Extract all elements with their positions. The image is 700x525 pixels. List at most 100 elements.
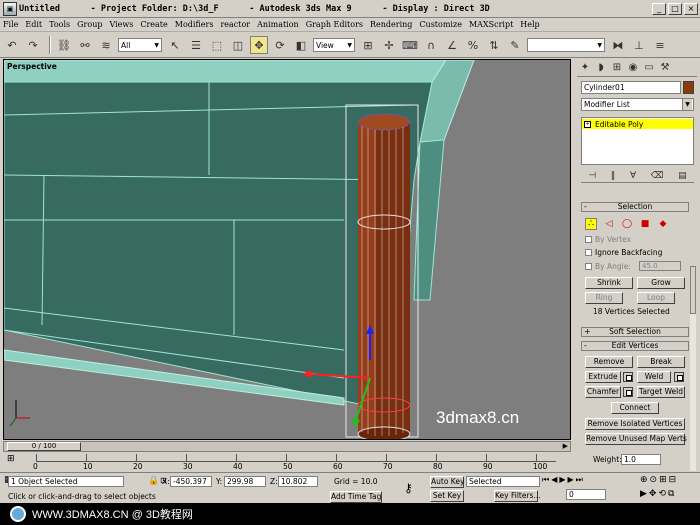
selection-rollout-header[interactable]: - Selection — [581, 202, 689, 212]
select-and-scale-icon[interactable]: ◧ — [292, 36, 310, 54]
remove-button[interactable]: Remove — [585, 356, 633, 368]
weld-settings-icon[interactable] — [674, 372, 684, 382]
chevron-right-icon[interactable]: ▶ — [563, 442, 568, 450]
viewport-navigation-controls[interactable]: ⊕⊙⊞⊟ — [640, 475, 678, 485]
auto-key-button[interactable]: Auto Key — [430, 476, 464, 488]
menu-modifiers[interactable]: Modifiers — [175, 20, 214, 29]
viewport-navigation-controls-2[interactable]: ▶✥⟲⧉ — [640, 489, 676, 499]
vertex-level-icon[interactable]: ∴ — [585, 218, 597, 230]
menu-group[interactable]: Group — [77, 20, 102, 29]
select-by-name-icon[interactable]: ☰ — [187, 36, 205, 54]
z-coordinate-field[interactable]: 10.802 — [278, 476, 318, 487]
key-mode-dropdown[interactable]: Selected — [466, 476, 540, 487]
time-slider-knob[interactable]: 0 / 100 — [7, 442, 81, 451]
ignore-backfacing-checkbox[interactable]: Ignore Backfacing — [585, 248, 662, 257]
spinner-snap-icon[interactable]: ⇅ — [485, 36, 503, 54]
menu-graph-editors[interactable]: Graph Editors — [306, 20, 363, 29]
maximize-button[interactable]: □ — [668, 2, 682, 15]
perspective-viewport[interactable]: Perspective 3dmax8.cn — [3, 59, 571, 440]
shrink-button[interactable]: Shrink — [585, 277, 633, 289]
scrollbar-thumb[interactable] — [690, 266, 696, 314]
x-coordinate-field[interactable]: -450.397 — [170, 476, 212, 487]
menu-animation[interactable]: Animation — [257, 20, 299, 29]
named-selection-sets-dropdown[interactable]: ▼ — [527, 38, 605, 52]
rectangular-selection-icon[interactable]: ⬚ — [208, 36, 226, 54]
unlink-icon[interactable]: ⚯ — [76, 36, 94, 54]
undo-icon[interactable]: ↶ — [3, 36, 21, 54]
minimize-button[interactable]: _ — [652, 2, 666, 15]
select-and-manipulate-icon[interactable]: ✢ — [380, 36, 398, 54]
chamfer-button[interactable]: Chamfer — [585, 386, 621, 398]
extrude-button[interactable]: Extrude — [585, 371, 621, 383]
chamfer-settings-icon[interactable] — [623, 387, 633, 397]
weld-button[interactable]: Weld — [637, 371, 671, 383]
connect-button[interactable]: Connect — [611, 402, 659, 414]
show-end-result-icon[interactable]: ‖ — [611, 171, 616, 181]
border-level-icon[interactable]: ◯ — [621, 218, 633, 230]
viewport-label[interactable]: Perspective — [7, 62, 57, 71]
add-time-tag-button[interactable]: Add Time Tag — [330, 491, 382, 503]
object-name-field[interactable]: Cylinder01 — [581, 81, 681, 94]
window-crossing-icon[interactable]: ◫ — [229, 36, 247, 54]
reference-coordinate-dropdown[interactable]: View ▼ — [313, 38, 355, 52]
trackbar-icon[interactable]: ⊞ — [7, 454, 15, 464]
extrude-settings-icon[interactable] — [623, 372, 633, 382]
soft-selection-rollout-header[interactable]: + Soft Selection — [581, 327, 689, 337]
menu-file[interactable]: File — [3, 20, 18, 29]
by-vertex-checkbox[interactable]: By Vertex — [585, 235, 631, 244]
pin-stack-icon[interactable]: ⊣ — [588, 171, 596, 181]
remove-unused-map-verts-button[interactable]: Remove Unused Map Verts — [585, 433, 687, 445]
by-angle-checkbox[interactable]: By Angle: — [585, 262, 631, 271]
break-button[interactable]: Break — [637, 356, 685, 368]
select-and-move-icon[interactable]: ✥ — [250, 36, 268, 54]
menu-help[interactable]: Help — [520, 20, 539, 29]
select-and-link-icon[interactable]: ⛓ — [55, 36, 73, 54]
current-frame-field[interactable]: 0 — [566, 489, 606, 500]
target-weld-button[interactable]: Target Weld — [637, 386, 685, 398]
selection-filter-dropdown[interactable]: All ▼ — [118, 38, 162, 52]
stack-item-editable-poly[interactable]: + Editable Poly — [582, 119, 693, 129]
track-bar[interactable]: ⊞ 0 10 20 30 40 50 60 70 80 90 100 — [3, 454, 571, 471]
menu-maxscript[interactable]: MAXScript — [469, 20, 513, 29]
hierarchy-tab-icon[interactable]: ⊞ — [609, 60, 625, 76]
keyboard-shortcut-icon[interactable]: ⌨ — [401, 36, 419, 54]
percent-snap-icon[interactable]: % — [464, 36, 482, 54]
configure-modifier-sets-icon[interactable]: ▤ — [678, 171, 687, 181]
motion-tab-icon[interactable]: ◉ — [625, 60, 641, 76]
layer-manager-icon[interactable]: ≡ — [651, 36, 669, 54]
expand-icon[interactable]: + — [584, 120, 591, 128]
angle-snap-icon[interactable]: ∠ — [443, 36, 461, 54]
mirror-icon[interactable]: ⧓ — [609, 36, 627, 54]
edge-level-icon[interactable]: ◁ — [603, 218, 615, 230]
display-tab-icon[interactable]: ▭ — [641, 60, 657, 76]
edit-vertices-rollout-header[interactable]: - Edit Vertices — [581, 341, 689, 351]
key-icon[interactable]: ⚷ — [404, 481, 413, 495]
close-button[interactable]: × — [684, 2, 698, 15]
create-tab-icon[interactable]: ✦ — [577, 60, 593, 76]
edit-named-selection-icon[interactable]: ✎ — [506, 36, 524, 54]
by-angle-spinner[interactable]: 45.0 — [639, 261, 681, 271]
modifier-list-dropdown[interactable]: Modifier List ▼ — [581, 98, 694, 111]
utilities-tab-icon[interactable]: ⚒ — [657, 60, 673, 76]
select-object-icon[interactable]: ↖ — [166, 36, 184, 54]
loop-button[interactable]: Loop — [637, 292, 675, 304]
menu-views[interactable]: Views — [109, 20, 133, 29]
snaps-toggle-icon[interactable]: ∩ — [422, 36, 440, 54]
remove-modifier-icon[interactable]: ⌫ — [651, 171, 664, 181]
y-coordinate-field[interactable]: 299.98 — [224, 476, 266, 487]
align-icon[interactable]: ⊥ — [630, 36, 648, 54]
time-slider[interactable]: 0 / 100 ▶ — [3, 441, 571, 452]
key-filters-button[interactable]: Key Filters... — [494, 490, 541, 502]
weight-spinner[interactable]: 1.0 — [621, 454, 661, 465]
grow-button[interactable]: Grow — [637, 277, 685, 289]
menu-tools[interactable]: Tools — [49, 20, 70, 29]
menu-customize[interactable]: Customize — [419, 20, 462, 29]
redo-icon[interactable]: ↷ — [24, 36, 42, 54]
select-and-rotate-icon[interactable]: ⟳ — [271, 36, 289, 54]
playback-controls[interactable]: ⏮◀▶▶⏭ — [542, 475, 585, 485]
ring-button[interactable]: Ring — [585, 292, 623, 304]
modify-tab-icon[interactable]: ◗ — [593, 60, 609, 76]
polygon-level-icon[interactable]: ■ — [639, 218, 651, 230]
remove-isolated-vertices-button[interactable]: Remove Isolated Vertices — [585, 418, 685, 430]
object-color-swatch[interactable] — [683, 81, 694, 94]
